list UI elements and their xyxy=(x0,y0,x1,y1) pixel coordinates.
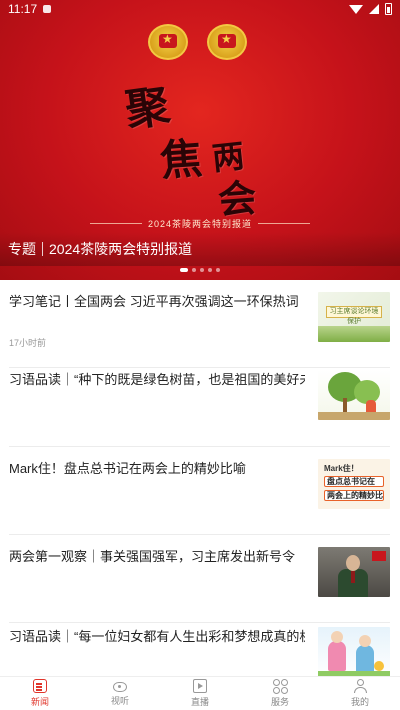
thumbnail-line: 两会上的精妙比喻 xyxy=(324,490,384,501)
nav-label: 我的 xyxy=(350,697,369,707)
status-bar: 11:17 xyxy=(0,0,400,18)
live-icon xyxy=(193,679,207,693)
caption-divider xyxy=(42,242,43,256)
thumbnail-caption: 习主席谈论环境保护 xyxy=(326,306,382,325)
carousel-dot[interactable] xyxy=(200,268,204,272)
topic-banner[interactable]: 11:17 聚 焦 两 会 2024茶陵两会特别报道 专题 2024茶陵两会特别… xyxy=(0,0,400,280)
notification-icon xyxy=(43,5,52,13)
nav-live[interactable]: 直播 xyxy=(160,677,240,710)
grid-icon xyxy=(273,679,287,694)
banner-ribbon: 2024茶陵两会特别报道 xyxy=(90,216,310,230)
status-time: 11:17 xyxy=(8,2,38,16)
news-title: 习语品读｜“每一位妇女都有人生出彩和梦想成真的机会” xyxy=(9,629,305,644)
thumbnail-line: 盘点总书记在 xyxy=(324,476,384,487)
news-title: Mark住！盘点总书记在两会上的精妙比喻 xyxy=(9,461,246,476)
caption-prefix: 专题 xyxy=(8,241,36,257)
battery-icon xyxy=(385,3,392,15)
news-title: 两会第一观察｜事关强国强军，习主席发出新号令 xyxy=(9,549,296,564)
banner-calligraphy-2: 焦 xyxy=(158,133,206,186)
nav-me[interactable]: 我的 xyxy=(320,677,400,710)
carousel-dot[interactable] xyxy=(180,268,188,272)
news-item[interactable]: Mark住！盘点总书记在两会上的精妙比喻 Mark住！ 盘点总书记在 两会上的精… xyxy=(0,447,400,535)
eye-icon xyxy=(113,682,127,692)
news-time: 17小时前 xyxy=(9,338,47,348)
signal-icon xyxy=(369,4,379,14)
news-thumbnail xyxy=(318,547,390,597)
banner-caption[interactable]: 专题 2024茶陵两会特别报道 xyxy=(0,232,400,266)
news-thumbnail xyxy=(318,370,390,420)
news-thumbnail: Mark住！ 盘点总书记在 两会上的精妙比喻 xyxy=(318,459,390,509)
nav-audiovisual[interactable]: 视听 xyxy=(80,677,160,710)
news-title: 学习笔记丨全国两会 习近平再次强调这一环保热词 xyxy=(9,294,299,309)
bottom-nav: 新闻 视听 直播 服务 我的 xyxy=(0,676,400,710)
caption-title: 2024茶陵两会特别报道 xyxy=(49,241,193,257)
news-item[interactable]: 学习笔记丨全国两会 习近平再次强调这一环保热词 17小时前 习主席谈论环境保护 xyxy=(0,280,400,368)
carousel-dot[interactable] xyxy=(208,268,212,272)
user-icon xyxy=(353,679,367,693)
news-item[interactable]: 习语品读｜“种下的既是绿色树苗，也是祖国的美好未来” xyxy=(0,358,400,447)
carousel-indicator xyxy=(0,268,400,272)
carousel-dot[interactable] xyxy=(192,268,196,272)
news-icon xyxy=(33,679,47,693)
news-item[interactable]: 两会第一观察｜事关强国强军，习主席发出新号令 xyxy=(0,535,400,623)
thumbnail-tag: Mark住！ xyxy=(324,464,359,473)
news-title: 习语品读｜“种下的既是绿色树苗，也是祖国的美好未来” xyxy=(9,372,305,387)
national-emblem-icon xyxy=(148,24,188,60)
nav-label: 新闻 xyxy=(30,697,49,707)
banner-ribbon-text: 2024茶陵两会特别报道 xyxy=(147,218,253,229)
nav-label: 视听 xyxy=(110,696,129,706)
wifi-icon xyxy=(349,4,363,14)
nav-news[interactable]: 新闻 xyxy=(0,677,80,710)
nav-service[interactable]: 服务 xyxy=(240,677,320,710)
news-thumbnail: 习主席谈论环境保护 xyxy=(318,292,390,342)
cppcc-emblem-icon xyxy=(207,24,247,60)
carousel-dot[interactable] xyxy=(216,268,220,272)
nav-label: 服务 xyxy=(270,697,289,707)
nav-label: 直播 xyxy=(190,697,209,707)
news-thumbnail xyxy=(318,627,390,677)
